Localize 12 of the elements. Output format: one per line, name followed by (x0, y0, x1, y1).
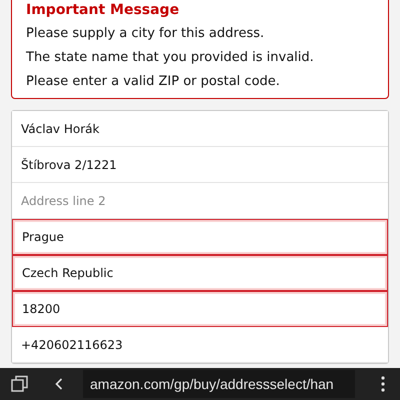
back-icon[interactable] (55, 378, 63, 390)
alert-title: Important Message (26, 1, 180, 19)
input-field[interactable]: Czech Republic (12, 255, 388, 291)
url-field[interactable]: amazon.com/gp/buy/addressselect/han (83, 370, 355, 398)
alert-message: The state name that you provided is invalid. (26, 49, 315, 67)
input-field[interactable]: Prague (12, 219, 388, 255)
input-field[interactable]: Václav Horák (12, 111, 388, 147)
menu-icon[interactable] (381, 376, 385, 392)
alert-message: Please enter a valid ZIP or postal code. (26, 73, 281, 91)
alert-message: Please supply a city for this address. (26, 25, 266, 43)
input-field[interactable]: 18200 (12, 291, 388, 327)
tabs-icon[interactable] (11, 375, 29, 393)
